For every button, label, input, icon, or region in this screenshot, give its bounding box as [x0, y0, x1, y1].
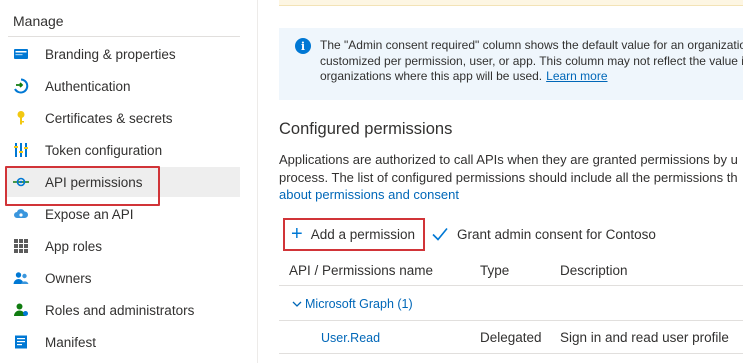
sidebar: Manage Branding & properties Authenticat…: [0, 0, 248, 363]
manage-divider: [8, 36, 240, 37]
api-permissions-icon: [12, 173, 30, 191]
sidebar-item-label: Manifest: [45, 334, 97, 350]
api-group-row[interactable]: Microsoft Graph (1): [279, 287, 743, 321]
add-permission-button[interactable]: + Add a permission: [283, 217, 425, 251]
info-line-text: organizations where this app will be use…: [320, 69, 543, 83]
cloud-icon: [12, 205, 30, 223]
info-icon: i: [295, 38, 311, 54]
manage-heading: Manage: [13, 13, 64, 29]
sidebar-item-expose-api[interactable]: Expose an API: [6, 199, 240, 229]
info-banner: i The "Admin consent required" column sh…: [279, 28, 743, 100]
description-line: process. The list of configured permissi…: [279, 169, 738, 185]
sidebar-item-owners[interactable]: Owners: [6, 263, 240, 293]
key-icon: [12, 109, 30, 127]
sidebar-item-label: Branding & properties: [45, 46, 176, 62]
people-icon: [12, 269, 30, 287]
sidebar-item-token-configuration[interactable]: Token configuration: [6, 135, 240, 165]
learn-more-link[interactable]: Learn more: [546, 69, 607, 83]
plus-icon: +: [291, 223, 303, 245]
sidebar-item-label: App roles: [45, 238, 103, 254]
permission-name-link[interactable]: User.Read: [321, 331, 380, 345]
sidebar-item-label: Token configuration: [45, 142, 163, 158]
column-header-api-name[interactable]: API / Permissions name: [289, 263, 433, 278]
permission-type: Delegated: [480, 330, 542, 345]
section-description: Applications are authorized to call APIs…: [279, 151, 743, 204]
description-line: Applications are authorized to call APIs…: [279, 152, 738, 167]
add-permission-label: Add a permission: [310, 226, 415, 242]
sidebar-item-roles-administrators[interactable]: Roles and administrators: [6, 295, 240, 325]
sidebar-item-label: API permissions: [45, 174, 143, 190]
chevron-down-icon: [292, 301, 302, 307]
person-badge-icon: [12, 301, 30, 319]
info-line: The "Admin consent required" column show…: [320, 38, 743, 52]
info-banner-text: The "Admin consent required" column show…: [320, 38, 743, 85]
api-group-label: Microsoft Graph (1): [305, 296, 413, 311]
warning-banner-edge: [279, 0, 743, 6]
sidebar-item-authentication[interactable]: Authentication: [6, 71, 240, 101]
token-bars-icon: [12, 141, 30, 159]
permissions-toolbar: + Add a permission Grant admin consent f…: [283, 217, 656, 251]
grid-icon: [12, 237, 30, 255]
sidebar-item-api-permissions[interactable]: API permissions: [5, 166, 240, 206]
column-header-type[interactable]: Type: [480, 263, 509, 278]
column-header-description[interactable]: Description: [560, 263, 628, 278]
permissions-table-header: API / Permissions name Type Description: [279, 256, 743, 286]
permission-description: Sign in and read user profile: [560, 330, 729, 345]
info-line: organizations where this app will be use…: [320, 69, 743, 85]
checkmark-icon: [432, 227, 448, 241]
sidebar-item-manifest[interactable]: Manifest: [6, 327, 240, 357]
table-row: User.Read Delegated Sign in and read use…: [279, 322, 743, 354]
manifest-icon: [12, 333, 30, 351]
sidebar-item-certificates[interactable]: Certificates & secrets: [6, 103, 240, 133]
sidebar-item-label: Owners: [45, 270, 92, 286]
authentication-icon: [12, 77, 30, 95]
grant-admin-consent-button[interactable]: Grant admin consent for Contoso: [431, 225, 656, 243]
sidebar-item-label: Roles and administrators: [45, 302, 195, 318]
sidebar-item-label: Expose an API: [45, 206, 134, 222]
permissions-consent-link[interactable]: about permissions and consent: [279, 186, 743, 204]
sidebar-item-label: Certificates & secrets: [45, 110, 173, 126]
grant-admin-consent-label: Grant admin consent for Contoso: [457, 226, 656, 242]
info-line: customized per permission, user, or app.…: [320, 53, 743, 68]
sidebar-item-branding[interactable]: Branding & properties: [6, 39, 240, 69]
branding-icon: [12, 45, 30, 63]
section-title: Configured permissions: [279, 120, 453, 138]
sidebar-item-app-roles[interactable]: App roles: [6, 231, 240, 261]
sidebar-divider: [257, 0, 258, 363]
sidebar-item-label: Authentication: [45, 78, 131, 94]
